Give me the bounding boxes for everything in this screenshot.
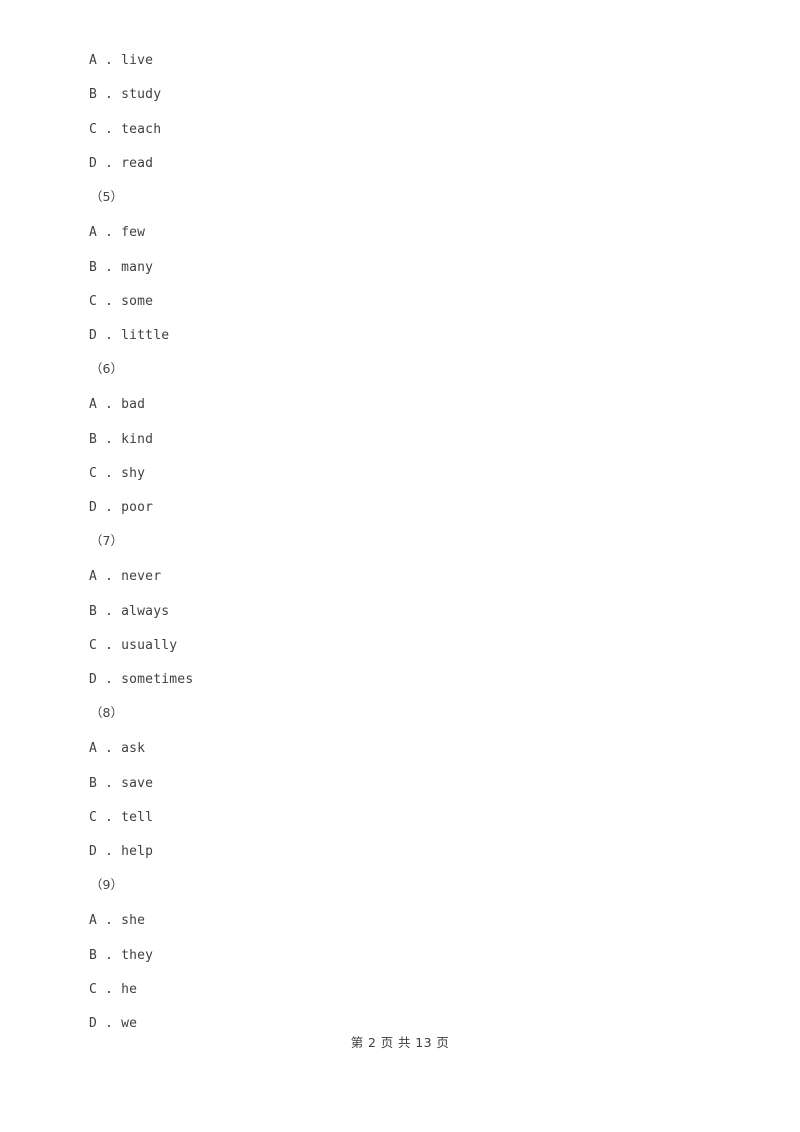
question-number: （5）	[90, 189, 123, 204]
question-number: （7）	[90, 533, 123, 548]
answer-option: C . shy	[89, 466, 146, 481]
answer-option: B . study	[89, 87, 162, 102]
answer-option: B . save	[89, 776, 154, 791]
answer-option: A . ask	[89, 741, 146, 756]
answer-option: B . always	[89, 604, 170, 619]
page-footer: 第 2 页 共 13 页	[350, 1035, 450, 1050]
answer-option: D . help	[89, 844, 154, 859]
answer-option: D . little	[89, 328, 170, 343]
document-page: A . live B . study C . teach D . read （5） A .…	[0, 0, 800, 1132]
answer-option: A . bad	[89, 397, 146, 412]
answer-option: C . tell	[89, 810, 154, 825]
answer-option: D . poor	[89, 500, 154, 515]
answer-option: B . many	[89, 260, 154, 275]
answer-option: A . live	[89, 53, 154, 68]
answer-option: C . teach	[89, 122, 162, 137]
question-number: （9）	[90, 877, 123, 892]
answer-option: B . they	[89, 948, 154, 963]
answer-option: C . some	[89, 294, 154, 309]
answer-option: D . read	[89, 156, 154, 171]
answer-option: A . never	[89, 569, 162, 584]
answer-option: A . she	[89, 913, 146, 928]
question-number: （6）	[90, 361, 123, 376]
answer-option: D . we	[89, 1016, 138, 1031]
question-number: （8）	[90, 705, 123, 720]
answer-option: A . few	[89, 225, 146, 240]
answer-option: B . kind	[89, 432, 154, 447]
answer-option: C . usually	[89, 638, 178, 653]
answer-option: D . sometimes	[89, 672, 194, 687]
answer-option: C . he	[89, 982, 138, 997]
